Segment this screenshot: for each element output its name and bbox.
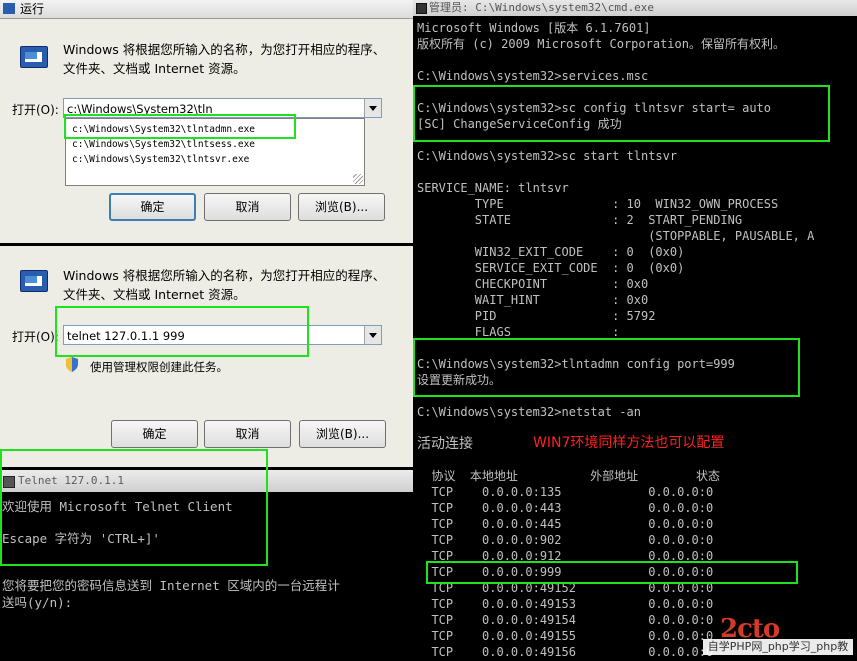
cmd-line: TCP 0.0.0.0:49155 0.0.0.0:0 (417, 629, 714, 643)
highlight-telnet-welcome (0, 449, 268, 566)
cmd-line: 活动连接 (417, 436, 473, 452)
run-description: Windows 将根据您所输入的名称，为您打开相应的程序、 文件夹、文档或 In… (63, 268, 386, 302)
ok-button[interactable]: 确定 (109, 193, 196, 221)
cmd-title: 管理员: C:\Windows\system32\cmd.exe (429, 1, 655, 14)
cmd-line: STATE : 2 START_PENDING (417, 213, 743, 227)
cmd-line: TCP 0.0.0.0:443 0.0.0.0:0 (417, 501, 714, 515)
cmd-line: TCP 0.0.0.0:49153 0.0.0.0:0 (417, 597, 714, 611)
cmd-line: C:\Windows\system32>services.msc (417, 69, 649, 83)
cmd-titlebar: 管理员: C:\Windows\system32\cmd.exe (413, 0, 857, 16)
run-dialog-title: 运行 (20, 2, 45, 16)
cmd-line: C:\Windows\system32>netstat -an (417, 405, 641, 419)
config-note: WIN7环境同样方法也可以配置 (533, 435, 725, 451)
watermark: 2cto 自学PHP网_php学习_php教 (700, 614, 857, 661)
open-label: 打开(O): (12, 103, 59, 117)
chevron-down-icon[interactable] (364, 99, 381, 117)
open-label: 打开(O): (12, 330, 59, 344)
run-icon (16, 44, 48, 70)
cmd-line: Microsoft Windows [版本 6.1.7601] (417, 21, 651, 35)
highlight-sc-config (413, 85, 830, 142)
cmd-line: 版权所有 (c) 2009 Microsoft Corporation。保留所有… (417, 37, 785, 51)
highlight-telnet-command (55, 306, 309, 357)
highlight-tlntadmn (64, 114, 296, 139)
admin-text: 使用管理权限创建此任务。 (90, 360, 228, 374)
browse-button[interactable]: 浏览(B)... (299, 420, 386, 448)
cmd-line: TCP 0.0.0.0:445 0.0.0.0:0 (417, 517, 714, 531)
cmd-line: SERVICE_NAME: tlntsvr (417, 181, 569, 195)
highlight-port-999 (426, 561, 798, 584)
cmd-line: WIN32_EXIT_CODE : 0 (0x0) (417, 245, 685, 259)
watermark-text: 自学PHP网_php学习_php教 (703, 639, 853, 655)
cmd-line: CHECKPOINT : 0x0 (417, 277, 649, 291)
dropdown-item-tlntsvr[interactable]: c:\Windows\System32\tlntsvr.exe (72, 152, 249, 167)
resize-grip-icon[interactable] (353, 174, 363, 184)
run-app-icon (3, 3, 15, 14)
uac-shield-icon (66, 357, 78, 372)
cmd-line: TCP 0.0.0.0:135 0.0.0.0:0 (417, 485, 714, 499)
dropdown-item-tlntsess[interactable]: c:\Windows\System32\tlntsess.exe (72, 137, 255, 152)
cmd-line: WAIT_HINT : 0x0 (417, 293, 649, 307)
run-icon (16, 268, 48, 294)
cancel-button[interactable]: 取消 (204, 193, 291, 221)
cmd-line: C:\Windows\system32>sc start tlntsvr (417, 149, 678, 163)
ok-button[interactable]: 确定 (111, 420, 198, 448)
cmd-line: TCP 0.0.0.0:49154 0.0.0.0:0 (417, 613, 714, 627)
cmd-line: 协议 本地地址 外部地址 状态 (417, 469, 720, 483)
console-icon (416, 3, 427, 14)
cancel-button[interactable]: 取消 (204, 420, 291, 448)
run-dialog-titlebar: 运行 (0, 0, 413, 19)
cmd-line: TCP 0.0.0.0:49156 0.0.0.0:0 (417, 645, 714, 659)
telnet-line: 送吗(y/n): (2, 595, 73, 610)
cmd-line: PID : 5792 (417, 309, 656, 323)
run-description: Windows 将根据您所输入的名称，为您打开相应的程序、 文件夹、文档或 In… (63, 42, 386, 76)
cmd-line: TCP 0.0.0.0:902 0.0.0.0:0 (417, 533, 714, 547)
cmd-line: SERVICE_EXIT_CODE : 0 (0x0) (417, 261, 685, 275)
cmd-line: TYPE : 10 WIN32_OWN_PROCESS (417, 197, 779, 211)
cmd-line: (STOPPABLE, PAUSABLE, A (417, 229, 815, 243)
browse-button[interactable]: 浏览(B)... (298, 193, 385, 221)
chevron-down-icon[interactable] (364, 326, 381, 344)
highlight-port-config (413, 338, 800, 397)
